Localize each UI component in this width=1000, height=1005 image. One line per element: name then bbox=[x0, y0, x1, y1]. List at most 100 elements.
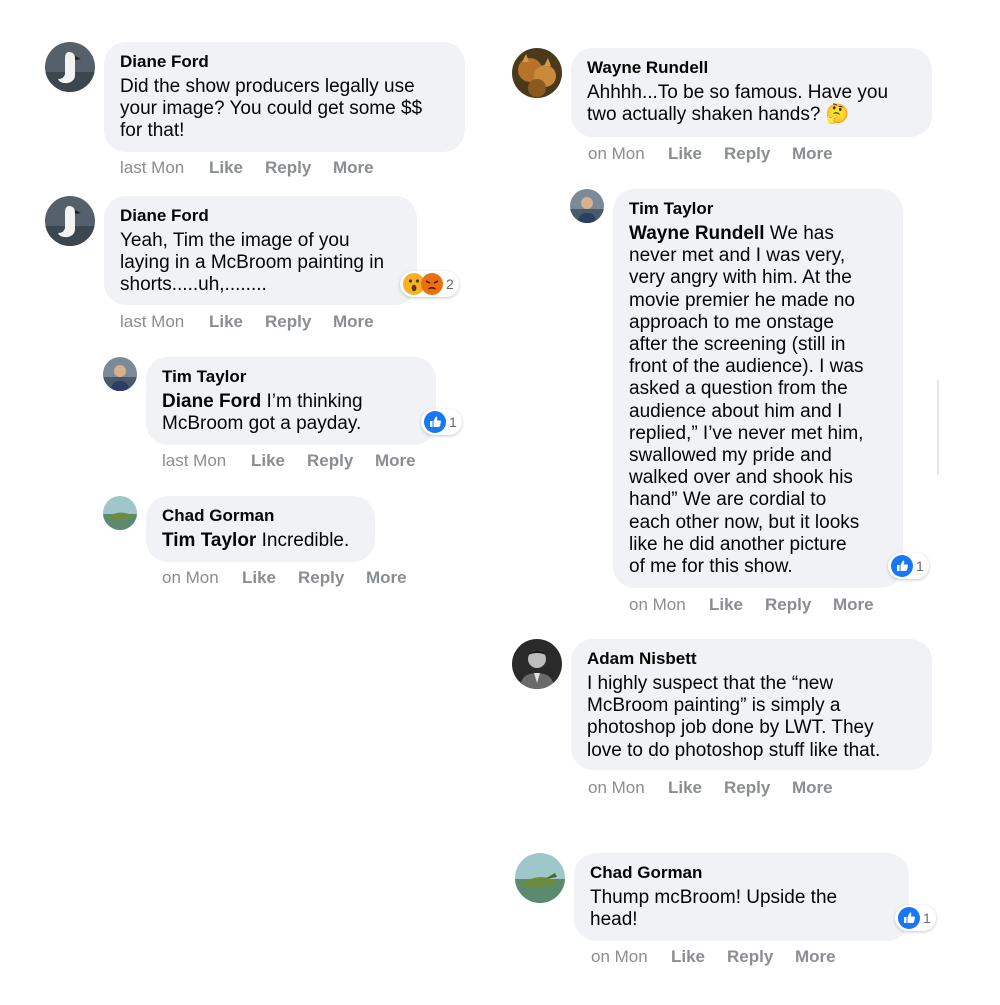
more-button[interactable]: More bbox=[333, 312, 374, 332]
avatar-diane-ford[interactable] bbox=[45, 42, 95, 92]
angry-reaction-icon bbox=[421, 273, 443, 295]
more-button[interactable]: More bbox=[375, 451, 416, 471]
comment-text-line: swallowed my pride and bbox=[629, 445, 832, 467]
like-button[interactable]: Like bbox=[671, 947, 705, 967]
author-name[interactable]: Adam Nisbett bbox=[587, 649, 697, 669]
comment-text-line: two actually shaken hands? 🤔 bbox=[587, 104, 927, 126]
reply-button[interactable]: Reply bbox=[307, 451, 353, 471]
comment-bubble: Wayne Rundell Ahhhh...To be so famous. H… bbox=[571, 48, 932, 137]
comment-text: Wayne Rundell We has never met and I was… bbox=[629, 223, 901, 578]
comment-bubble: Tim Taylor Diane Ford I’m thinking McBro… bbox=[146, 357, 436, 445]
reply-button[interactable]: Reply bbox=[265, 158, 311, 178]
reaction-count: 2 bbox=[446, 276, 454, 292]
like-button[interactable]: Like bbox=[668, 778, 702, 798]
comment-text-line: laying in a McBroom painting in bbox=[120, 252, 385, 274]
comment-text-line: for that! bbox=[120, 120, 185, 142]
comment-text-fragment: I’m thinking bbox=[261, 391, 363, 412]
comment-text-line: Did the show producers legally use bbox=[120, 76, 415, 97]
comment-bubble: Chad Gorman Tim Taylor Incredible. bbox=[146, 496, 375, 562]
timestamp[interactable]: on Mon bbox=[162, 568, 219, 588]
mention-link[interactable]: Wayne Rundell bbox=[629, 223, 764, 244]
mention-link[interactable]: Tim Taylor bbox=[162, 530, 256, 551]
reply-button[interactable]: Reply bbox=[724, 144, 770, 164]
author-name[interactable]: Diane Ford bbox=[120, 52, 209, 72]
like-button[interactable]: Like bbox=[709, 595, 743, 615]
avatar-chad-gorman[interactable] bbox=[515, 853, 565, 903]
comment-text-line: of me for this show. bbox=[629, 556, 793, 578]
comment-text: I highly suspect that the “new McBroom p… bbox=[587, 673, 929, 762]
author-name[interactable]: Tim Taylor bbox=[162, 367, 246, 387]
like-button[interactable]: Like bbox=[209, 158, 243, 178]
reaction-summary[interactable]: 2 bbox=[400, 271, 459, 297]
avatar-adam-nisbett[interactable] bbox=[512, 639, 562, 689]
comment-bubble: Chad Gorman Thump mcBroom! Upside the he… bbox=[574, 853, 909, 941]
reaction-summary[interactable]: 1 bbox=[895, 905, 936, 931]
comment-bubble: Tim Taylor Wayne Rundell We has never me… bbox=[613, 189, 903, 588]
reply-button[interactable]: Reply bbox=[265, 312, 311, 332]
comment-text-line: Wayne Rundell We has bbox=[629, 223, 901, 245]
more-button[interactable]: More bbox=[366, 568, 407, 588]
timestamp[interactable]: on Mon bbox=[591, 947, 648, 967]
more-button[interactable]: More bbox=[333, 158, 374, 178]
more-button[interactable]: More bbox=[833, 595, 874, 615]
comment-text: Yeah, Tim the image of you laying in a M… bbox=[120, 230, 416, 297]
timestamp[interactable]: last Mon bbox=[120, 158, 184, 178]
comment-text: Did the show producers legally use your … bbox=[120, 76, 460, 143]
comment-text-line: Ahhhh...To be so famous. Have you bbox=[587, 82, 889, 103]
reaction-summary[interactable]: 1 bbox=[888, 553, 929, 579]
comment-text-line: Yeah, Tim the image of you bbox=[120, 230, 350, 251]
reply-button[interactable]: Reply bbox=[724, 778, 770, 798]
comment-text-line: your image? You could get some $$ bbox=[120, 98, 423, 120]
avatar-wayne-rundell[interactable] bbox=[512, 48, 562, 98]
comment-text: Tim Taylor Incredible. bbox=[162, 530, 372, 552]
timestamp[interactable]: on Mon bbox=[588, 144, 645, 164]
comment-text-fragment: We has bbox=[764, 223, 834, 244]
avatar-chad-gorman[interactable] bbox=[103, 496, 137, 530]
comment-text-line: I highly suspect that the “new bbox=[587, 673, 834, 694]
author-name[interactable]: Chad Gorman bbox=[162, 506, 274, 526]
comment-text-line: walked over and shook his bbox=[629, 467, 853, 489]
scroll-indicator[interactable] bbox=[937, 380, 939, 475]
reply-button[interactable]: Reply bbox=[727, 947, 773, 967]
author-name[interactable]: Tim Taylor bbox=[629, 199, 713, 219]
avatar-tim-taylor[interactable] bbox=[103, 357, 137, 391]
avatar-tim-taylor[interactable] bbox=[570, 189, 604, 223]
author-name[interactable]: Diane Ford bbox=[120, 206, 209, 226]
comment-text-line: love to do photoshop stuff like that. bbox=[587, 739, 881, 761]
comment-text-fragment: Incredible. bbox=[256, 530, 350, 551]
reaction-count: 1 bbox=[449, 414, 457, 430]
timestamp[interactable]: last Mon bbox=[162, 451, 226, 471]
thinking-face-emoji: 🤔 bbox=[825, 104, 850, 126]
reaction-summary[interactable]: 1 bbox=[421, 409, 462, 435]
mention-link[interactable]: Diane Ford bbox=[162, 391, 261, 412]
comment-text-line: replied,” I’ve never met him, bbox=[629, 422, 864, 444]
comment-text: Ahhhh...To be so famous. Have you two ac… bbox=[587, 82, 927, 126]
comment-text-line: hand” We are cordial to bbox=[629, 489, 827, 511]
comment-text-line: each other now, but it looks bbox=[629, 511, 860, 533]
more-button[interactable]: More bbox=[792, 144, 833, 164]
comment-text: Thump mcBroom! Upside the head! bbox=[590, 887, 900, 931]
timestamp[interactable]: last Mon bbox=[120, 312, 184, 332]
comment-text-line: like he did another picture bbox=[629, 533, 847, 555]
author-name[interactable]: Wayne Rundell bbox=[587, 58, 708, 78]
like-button[interactable]: Like bbox=[668, 144, 702, 164]
timestamp[interactable]: on Mon bbox=[629, 595, 686, 615]
comment-bubble: Diane Ford Yeah, Tim the image of you la… bbox=[104, 196, 417, 305]
like-button[interactable]: Like bbox=[251, 451, 285, 471]
timestamp[interactable]: on Mon bbox=[588, 778, 645, 798]
reply-button[interactable]: Reply bbox=[298, 568, 344, 588]
like-button[interactable]: Like bbox=[242, 568, 276, 588]
like-button[interactable]: Like bbox=[209, 312, 243, 332]
like-reaction-icon bbox=[891, 555, 913, 577]
like-reaction-icon bbox=[424, 411, 446, 433]
reply-button[interactable]: Reply bbox=[765, 595, 811, 615]
comment-bubble: Diane Ford Did the show producers legall… bbox=[104, 42, 465, 152]
comment-text-line: front of the audience). I was bbox=[629, 356, 864, 378]
comment-text-line: Tim Taylor Incredible. bbox=[162, 530, 372, 552]
comment-text-line: asked a question from the bbox=[629, 378, 848, 400]
more-button[interactable]: More bbox=[792, 778, 833, 798]
more-button[interactable]: More bbox=[795, 947, 836, 967]
author-name[interactable]: Chad Gorman bbox=[590, 863, 702, 883]
avatar-diane-ford[interactable] bbox=[45, 196, 95, 246]
comment-text-line: never met and I was very, bbox=[629, 245, 846, 267]
